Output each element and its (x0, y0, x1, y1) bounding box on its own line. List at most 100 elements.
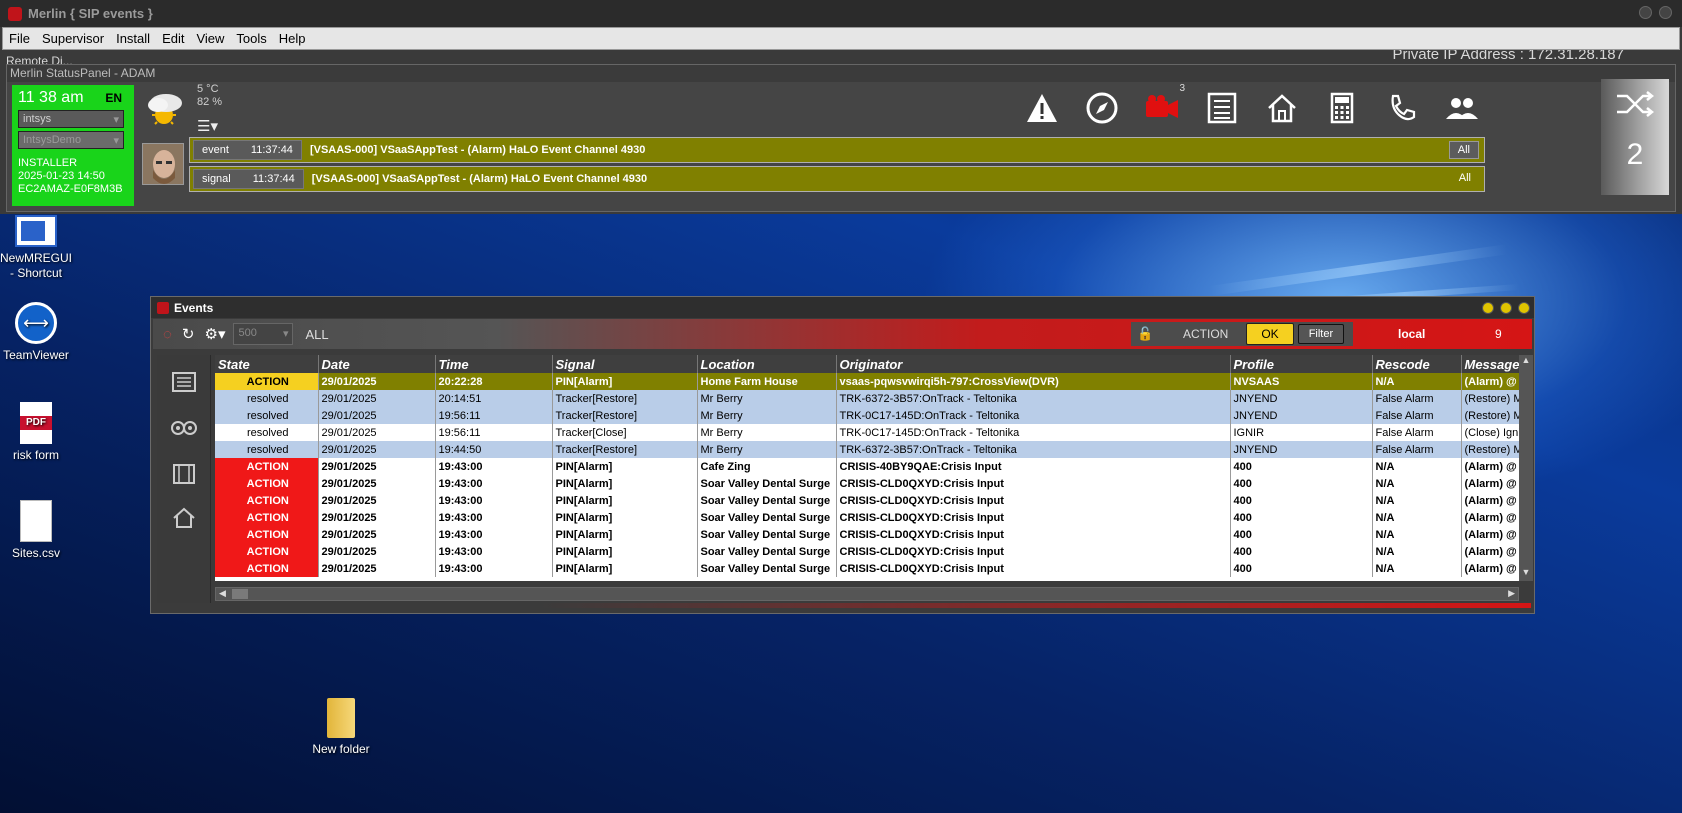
desktop-icon-risk-form[interactable]: PDF risk form (0, 402, 72, 463)
horizontal-scrollbar[interactable]: ◀ ▶ (215, 587, 1519, 601)
table-row[interactable]: ACTION 29/01/2025 19:43:00 PIN[Alarm] Soar V… (215, 492, 1519, 509)
menu-file[interactable]: File (3, 31, 36, 46)
notes-icon[interactable] (170, 369, 198, 395)
cell-profile: 400 (1230, 458, 1373, 475)
compass-icon[interactable] (1083, 89, 1121, 127)
camera-icon[interactable]: 3 (1143, 83, 1185, 127)
desktop-label: NewMREGUI - Shortcut (0, 251, 73, 280)
desktop-icon-sites-csv[interactable]: Sites.csv (0, 500, 72, 561)
filter-button[interactable]: Filter (1297, 324, 1345, 344)
language[interactable]: EN (105, 91, 122, 105)
events-table: State Date Time Signal Location Originat… (215, 355, 1519, 581)
menu-supervisor[interactable]: Supervisor (36, 31, 110, 46)
desktop-icon-new-folder[interactable]: New folder (305, 698, 377, 757)
vertical-scrollbar[interactable]: ▲ ▼ (1519, 355, 1533, 581)
calculator-icon[interactable] (1323, 89, 1361, 127)
site-select[interactable]: IntsysDemo (18, 131, 124, 149)
table-row[interactable]: ACTION 29/01/2025 19:43:00 PIN[Alarm] Soar V… (215, 560, 1519, 577)
table-row[interactable]: resolved 29/01/2025 19:56:11 Tracker[Restor… (215, 407, 1519, 424)
shuffle-panel[interactable]: 2 (1601, 79, 1669, 195)
window-accent (541, 603, 1531, 608)
cell-location: Soar Valley Dental Surge (697, 560, 837, 577)
signal-row[interactable]: signal 11:37:44 [VSAAS-000] VSaaSAppTest… (189, 166, 1485, 192)
table-row[interactable]: resolved 29/01/2025 19:56:11 Tracker[Close]… (215, 424, 1519, 441)
lock-icon[interactable]: 🔓 (1137, 326, 1157, 342)
settings-gear-icon[interactable]: ⚙▾ (205, 325, 226, 343)
cell-originator: CRISIS-CLD0QXYD:Crisis Input (836, 543, 1231, 560)
column-header[interactable]: Profile (1230, 355, 1373, 373)
scroll-right-icon[interactable]: ▶ (1508, 588, 1515, 599)
signal-message: [VSAAS-000] VSaaSAppTest - (Alarm) HaLO … (311, 173, 648, 185)
cell-location: Soar Valley Dental Surge (697, 492, 837, 509)
scroll-left-icon[interactable]: ◀ (219, 588, 226, 599)
scroll-down-icon[interactable]: ▼ (1519, 567, 1533, 581)
table-row[interactable]: ACTION 29/01/2025 19:43:00 PIN[Alarm] Cafe Z… (215, 458, 1519, 475)
cell-signal: Tracker[Restore] (552, 441, 698, 458)
table-row[interactable]: ACTION 29/01/2025 19:43:00 PIN[Alarm] Soar V… (215, 509, 1519, 526)
table-row[interactable]: ACTION 29/01/2025 20:22:28 PIN[Alarm] Home F… (215, 373, 1519, 390)
column-header[interactable]: Signal (552, 355, 698, 373)
menu-edit[interactable]: Edit (156, 31, 190, 46)
close-button[interactable] (1518, 302, 1530, 314)
refresh-spinner-icon[interactable]: ◌ (163, 326, 172, 343)
quick-actions: 3 (1023, 83, 1481, 127)
menu-tools[interactable]: Tools (230, 31, 272, 46)
filter-all-label[interactable]: ALL (305, 327, 328, 342)
cell-message: (Restore) M (1461, 407, 1519, 424)
event-row[interactable]: event 11:37:44 [VSAAS-000] VSaaSAppTest … (189, 137, 1485, 163)
cell-state: resolved (215, 424, 319, 441)
cell-signal: PIN[Alarm] (552, 543, 698, 560)
cell-profile: 400 (1230, 526, 1373, 543)
column-header[interactable]: Location (697, 355, 837, 373)
column-header[interactable]: Date (318, 355, 436, 373)
cell-originator: TRK-6372-3B57:OnTrack - Teltonika (836, 390, 1231, 407)
list-menu-icon[interactable]: ☰▾ (197, 117, 218, 135)
scroll-thumb[interactable] (232, 589, 248, 599)
event-all-button[interactable]: All (1448, 141, 1479, 159)
system-select[interactable]: intsys (18, 110, 124, 128)
maximize-button[interactable] (1500, 302, 1512, 314)
cell-date: 29/01/2025 (318, 373, 436, 390)
page-size-select[interactable]: 500 (233, 323, 294, 345)
close-button[interactable] (1659, 6, 1672, 19)
column-header[interactable]: Originator (836, 355, 1231, 373)
cell-state: ACTION (215, 458, 319, 475)
desktop-icon-teamviewer[interactable]: ⟷ TeamViewer (0, 302, 72, 363)
table-row[interactable]: ACTION 29/01/2025 19:43:00 PIN[Alarm] Soar V… (215, 543, 1519, 560)
signal-all-button[interactable]: All (1451, 170, 1479, 186)
menu-help[interactable]: Help (273, 31, 312, 46)
table-row[interactable]: ACTION 29/01/2025 19:43:00 PIN[Alarm] Soar V… (215, 475, 1519, 492)
column-header[interactable]: Message (1461, 355, 1519, 373)
column-header[interactable]: Rescode (1372, 355, 1462, 373)
minimize-button[interactable] (1639, 6, 1652, 19)
cell-state: ACTION (215, 373, 319, 390)
cell-originator: TRK-6372-3B57:OnTrack - Teltonika (836, 441, 1231, 458)
table-row[interactable]: resolved 29/01/2025 20:14:51 Tracker[Restor… (215, 390, 1519, 407)
menu-view[interactable]: View (190, 31, 230, 46)
minimize-button[interactable] (1482, 302, 1494, 314)
menu-install[interactable]: Install (110, 31, 156, 46)
cell-time: 19:43:00 (435, 475, 553, 492)
table-row[interactable]: resolved 29/01/2025 19:44:50 Tracker[Restor… (215, 441, 1519, 458)
film-icon[interactable] (170, 461, 198, 487)
tape-icon[interactable] (170, 415, 198, 441)
cell-time: 20:22:28 (435, 373, 553, 390)
users-icon[interactable] (1443, 89, 1481, 127)
home-icon[interactable] (170, 505, 198, 531)
scroll-up-icon[interactable]: ▲ (1519, 355, 1533, 369)
home-icon[interactable] (1263, 89, 1301, 127)
cell-profile: JNYEND (1230, 407, 1373, 424)
desktop-icon-newmregui[interactable]: NewMREGUI - Shortcut (0, 215, 72, 281)
cell-signal: PIN[Alarm] (552, 560, 698, 577)
reload-icon[interactable]: ↻ (182, 325, 195, 343)
table-row[interactable]: ACTION 29/01/2025 19:43:00 PIN[Alarm] Soar V… (215, 526, 1519, 543)
column-header[interactable]: Time (435, 355, 553, 373)
cell-signal: PIN[Alarm] (552, 373, 698, 390)
checklist-icon[interactable] (1203, 89, 1241, 127)
cell-message: (Restore) M (1461, 441, 1519, 458)
phone-icon[interactable] (1383, 89, 1421, 127)
warning-icon[interactable] (1023, 89, 1061, 127)
column-header[interactable]: State (215, 355, 319, 373)
ok-button[interactable]: OK (1246, 323, 1294, 345)
folder-icon (327, 698, 355, 738)
